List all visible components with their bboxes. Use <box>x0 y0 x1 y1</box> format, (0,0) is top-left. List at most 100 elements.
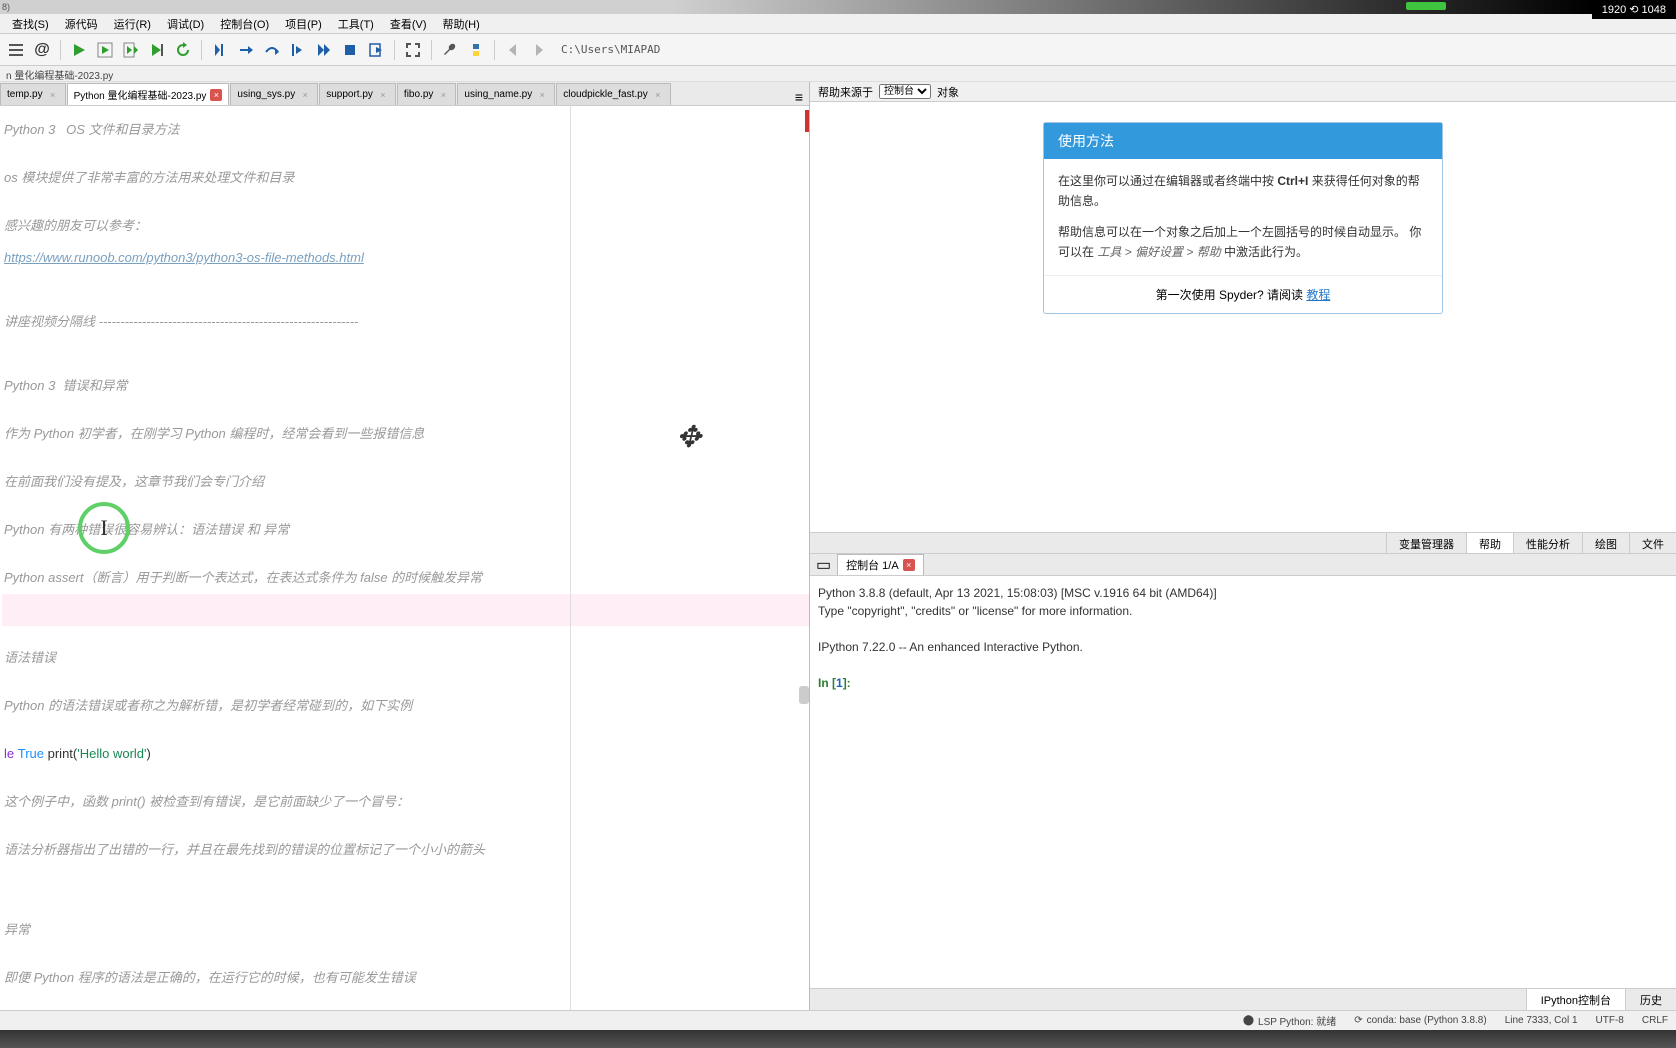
resolution-badge: 1920 ⟲ 1048 <box>1592 0 1676 19</box>
tab-temp[interactable]: temp.py× <box>0 83 66 105</box>
debug-step-into-icon[interactable] <box>208 38 232 62</box>
tab-fibo[interactable]: fibo.py× <box>397 83 456 105</box>
menu-run[interactable]: 运行(R) <box>106 14 159 34</box>
code-line <box>2 866 809 882</box>
console-options-icon[interactable]: ▭ <box>810 555 837 575</box>
console-tabs: ▭ 控制台 1/A× <box>810 554 1676 576</box>
move-cursor-icon: ✥ <box>676 422 701 454</box>
help-source-select[interactable]: 控制台 <box>879 84 931 99</box>
menu-console[interactable]: 控制台(O) <box>212 14 277 34</box>
menu-tools[interactable]: 工具(T) <box>330 14 382 34</box>
code-line <box>2 722 809 738</box>
tab-plots[interactable]: 绘图 <box>1582 533 1629 553</box>
close-icon[interactable]: × <box>903 559 915 571</box>
tab-help[interactable]: 帮助 <box>1466 533 1513 553</box>
code-line: https://www.runoob.com/python3/python3-o… <box>2 242 809 274</box>
nav-back-icon[interactable] <box>501 38 525 62</box>
close-icon[interactable]: × <box>652 89 664 101</box>
code-line: 语法分析器指出了出错的一行，并且在最先找到的错误的位置标记了一个小小的箭头 <box>2 834 809 866</box>
statusbar: ⬤ LSP Python: 就绪 ⟳ conda: base (Python 3… <box>0 1010 1676 1030</box>
tutorial-link[interactable]: 教程 <box>1306 288 1330 302</box>
at-icon[interactable]: @ <box>30 38 54 62</box>
tab-cloudpickle[interactable]: cloudpickle_fast.py× <box>556 83 671 105</box>
code-line: 在前面我们没有提及，这章节我们会专门介绍 <box>2 466 809 498</box>
help-card-title: 使用方法 <box>1044 123 1442 159</box>
scrollbar-thumb[interactable] <box>799 686 809 704</box>
code-line <box>2 498 809 514</box>
code-editor[interactable]: ✥ I Python 3 OS 文件和目录方法 os 模块提供了非常丰富的方法用… <box>0 106 809 1010</box>
console-tab[interactable]: 控制台 1/A× <box>837 554 924 575</box>
code-line <box>2 994 809 1010</box>
fullscreen-icon[interactable] <box>401 38 425 62</box>
menu-help[interactable]: 帮助(H) <box>435 14 488 34</box>
battery-indicator <box>1406 2 1446 10</box>
console-bottom-tabs: IPython控制台 历史 <box>810 988 1676 1010</box>
run-cell-icon[interactable] <box>93 38 117 62</box>
tabs-menu-icon[interactable]: ≡ <box>789 89 809 105</box>
debug-step-out-icon[interactable] <box>286 38 310 62</box>
python-icon[interactable] <box>464 38 488 62</box>
debug-step-icon[interactable] <box>234 38 258 62</box>
code-line <box>2 898 809 914</box>
close-icon[interactable]: × <box>536 89 548 101</box>
code-line <box>2 674 809 690</box>
tab-support[interactable]: support.py× <box>319 83 396 105</box>
code-line: 语法错误 <box>2 642 809 674</box>
rerun-icon[interactable] <box>171 38 195 62</box>
help-source-label: 帮助来源于 <box>818 84 873 100</box>
tab-using-sys[interactable]: using_sys.py× <box>230 83 318 105</box>
run-selection-icon[interactable] <box>145 38 169 62</box>
status-encoding: UTF-8 <box>1596 1015 1624 1026</box>
code-line <box>2 946 809 962</box>
console-pane: ▭ 控制台 1/A× Python 3.8.8 (default, Apr 13… <box>810 554 1676 1010</box>
debug-step-over-icon[interactable] <box>260 38 284 62</box>
code-line: Python 的语法错误或者称之为解析错，是初学者经常碰到的，如下实例 <box>2 690 809 722</box>
editor-pane: temp.py× Python 量化编程基础-2023.py× using_sy… <box>0 82 810 1010</box>
help-body: 使用方法 在这里你可以通过在编辑器或者终端中按 Ctrl+I 来获得任何对象的帮… <box>810 102 1676 532</box>
menu-source[interactable]: 源代码 <box>57 14 106 34</box>
tab-using-name[interactable]: using_name.py× <box>457 83 555 105</box>
outline-icon[interactable] <box>4 38 28 62</box>
wrench-icon[interactable] <box>438 38 462 62</box>
console-output[interactable]: Python 3.8.8 (default, Apr 13 2021, 15:0… <box>810 576 1676 988</box>
close-icon[interactable]: × <box>377 89 389 101</box>
right-panel-tabs: 变量管理器 帮助 性能分析 绘图 文件 <box>810 532 1676 554</box>
code-line: Python assert（断言）用于判断一个表达式，在表达式条件为 false… <box>2 562 809 594</box>
code-line <box>2 882 809 898</box>
tab-history[interactable]: 历史 <box>1625 989 1676 1010</box>
nav-forward-icon[interactable] <box>527 38 551 62</box>
menu-debug[interactable]: 调试(D) <box>159 14 212 34</box>
code-line: le True print('Hello world') <box>2 738 809 770</box>
close-icon[interactable]: × <box>299 89 311 101</box>
help-object-label: 对象 <box>937 84 959 100</box>
code-line: 异常 <box>2 914 809 946</box>
run-icon[interactable] <box>67 38 91 62</box>
menu-project[interactable]: 项目(P) <box>277 14 330 34</box>
code-line <box>2 274 809 290</box>
code-line <box>2 818 809 834</box>
exit-debug-icon[interactable] <box>364 38 388 62</box>
menu-view[interactable]: 查看(V) <box>382 14 435 34</box>
tab-variable-explorer[interactable]: 变量管理器 <box>1386 533 1466 553</box>
code-line: 这个例子中，函数 print() 被检查到有错误，是它前面缺少了一个冒号： <box>2 786 809 818</box>
taskbar[interactable] <box>0 1030 1676 1048</box>
code-line: os 模块提供了非常丰富的方法用来处理文件和目录 <box>2 162 809 194</box>
tab-files[interactable]: 文件 <box>1629 533 1676 553</box>
status-conda: ⟳ conda: base (Python 3.8.8) <box>1354 1015 1486 1026</box>
debug-continue-icon[interactable] <box>312 38 336 62</box>
tab-ipython-console[interactable]: IPython控制台 <box>1526 989 1625 1010</box>
code-line <box>2 626 809 642</box>
editor-tabs: temp.py× Python 量化编程基础-2023.py× using_sy… <box>0 82 809 106</box>
tab-profiler[interactable]: 性能分析 <box>1513 533 1582 553</box>
status-position: Line 7333, Col 1 <box>1505 1015 1578 1026</box>
run-cell-advance-icon[interactable] <box>119 38 143 62</box>
tab-main-active[interactable]: Python 量化编程基础-2023.py× <box>67 83 230 105</box>
code-line <box>2 290 809 306</box>
close-icon[interactable]: × <box>437 89 449 101</box>
help-card: 使用方法 在这里你可以通过在编辑器或者终端中按 Ctrl+I 来获得任何对象的帮… <box>1043 122 1443 314</box>
menu-find[interactable]: 查找(S) <box>4 14 57 34</box>
stop-icon[interactable] <box>338 38 362 62</box>
code-line <box>2 546 809 562</box>
close-icon[interactable]: × <box>210 89 222 101</box>
close-icon[interactable]: × <box>47 89 59 101</box>
